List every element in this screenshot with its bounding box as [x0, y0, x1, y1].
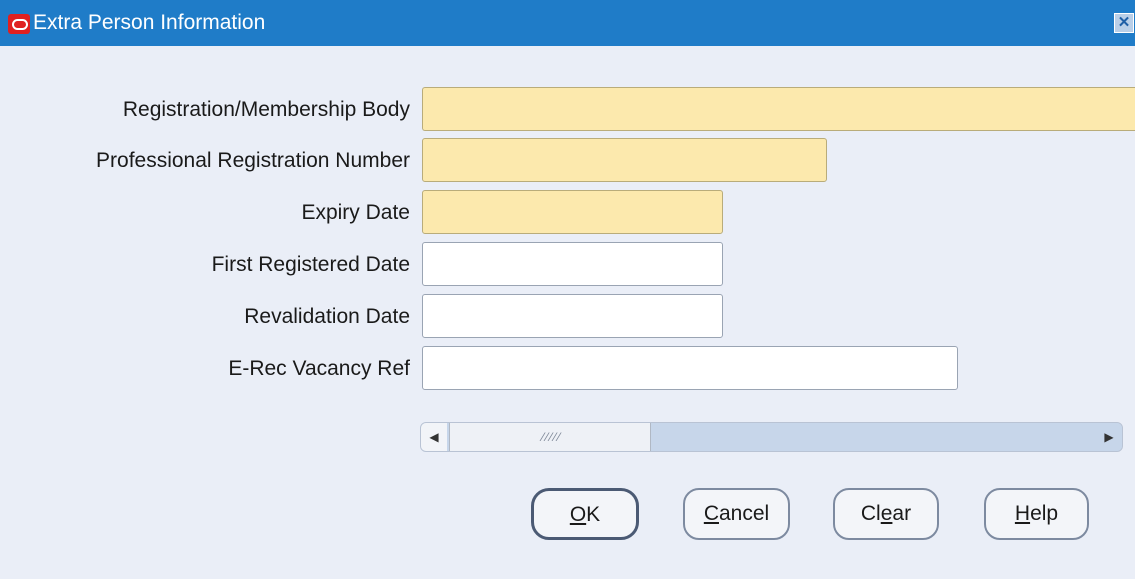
grip-icon: ⁄⁄⁄⁄⁄ — [542, 430, 563, 444]
cancel-mnemonic: C — [703, 502, 719, 525]
cancel-button[interactable]: Cancel — [683, 488, 790, 540]
clear-label-rest: ar — [892, 502, 912, 525]
revalidation-date-label: Revalidation Date — [244, 305, 410, 328]
help-label-rest: elp — [1030, 502, 1059, 525]
scrollbar-thumb[interactable]: ⁄⁄⁄⁄⁄ — [449, 423, 651, 451]
close-button[interactable]: ✕ — [1114, 13, 1134, 33]
oracle-logo-icon — [8, 14, 30, 34]
help-mnemonic: H — [1014, 502, 1031, 525]
cancel-label-rest: ancel — [718, 502, 770, 525]
clear-label-pre: Cl — [860, 502, 881, 525]
registration-body-input[interactable] — [422, 87, 1135, 131]
clear-mnemonic: e — [880, 502, 893, 525]
erec-vacancy-ref-input[interactable] — [422, 346, 958, 390]
scroll-right-arrow-icon[interactable]: ▶ — [1096, 423, 1122, 451]
ok-label-rest: K — [586, 503, 601, 526]
registration-number-label: Professional Registration Number — [96, 149, 410, 172]
horizontal-scrollbar[interactable]: ◀ ⁄⁄⁄⁄⁄ ▶ — [420, 422, 1123, 452]
revalidation-date-input[interactable] — [422, 294, 723, 338]
help-button[interactable]: Help — [984, 488, 1089, 540]
ok-button[interactable]: OK — [531, 488, 639, 540]
window-title: Extra Person Information — [33, 11, 266, 34]
expiry-date-input[interactable] — [422, 190, 723, 234]
title-bar: Extra Person Information ✕ — [0, 0, 1135, 46]
scroll-left-arrow-icon[interactable]: ◀ — [421, 423, 447, 451]
erec-vacancy-ref-label: E-Rec Vacancy Ref — [228, 357, 410, 380]
first-registered-date-label: First Registered Date — [211, 253, 410, 276]
first-registered-date-input[interactable] — [422, 242, 723, 286]
expiry-date-label: Expiry Date — [301, 201, 410, 224]
registration-body-label: Registration/Membership Body — [122, 98, 410, 121]
registration-number-input[interactable] — [422, 138, 827, 182]
ok-mnemonic: O — [569, 503, 587, 526]
clear-button[interactable]: Clear — [833, 488, 939, 540]
